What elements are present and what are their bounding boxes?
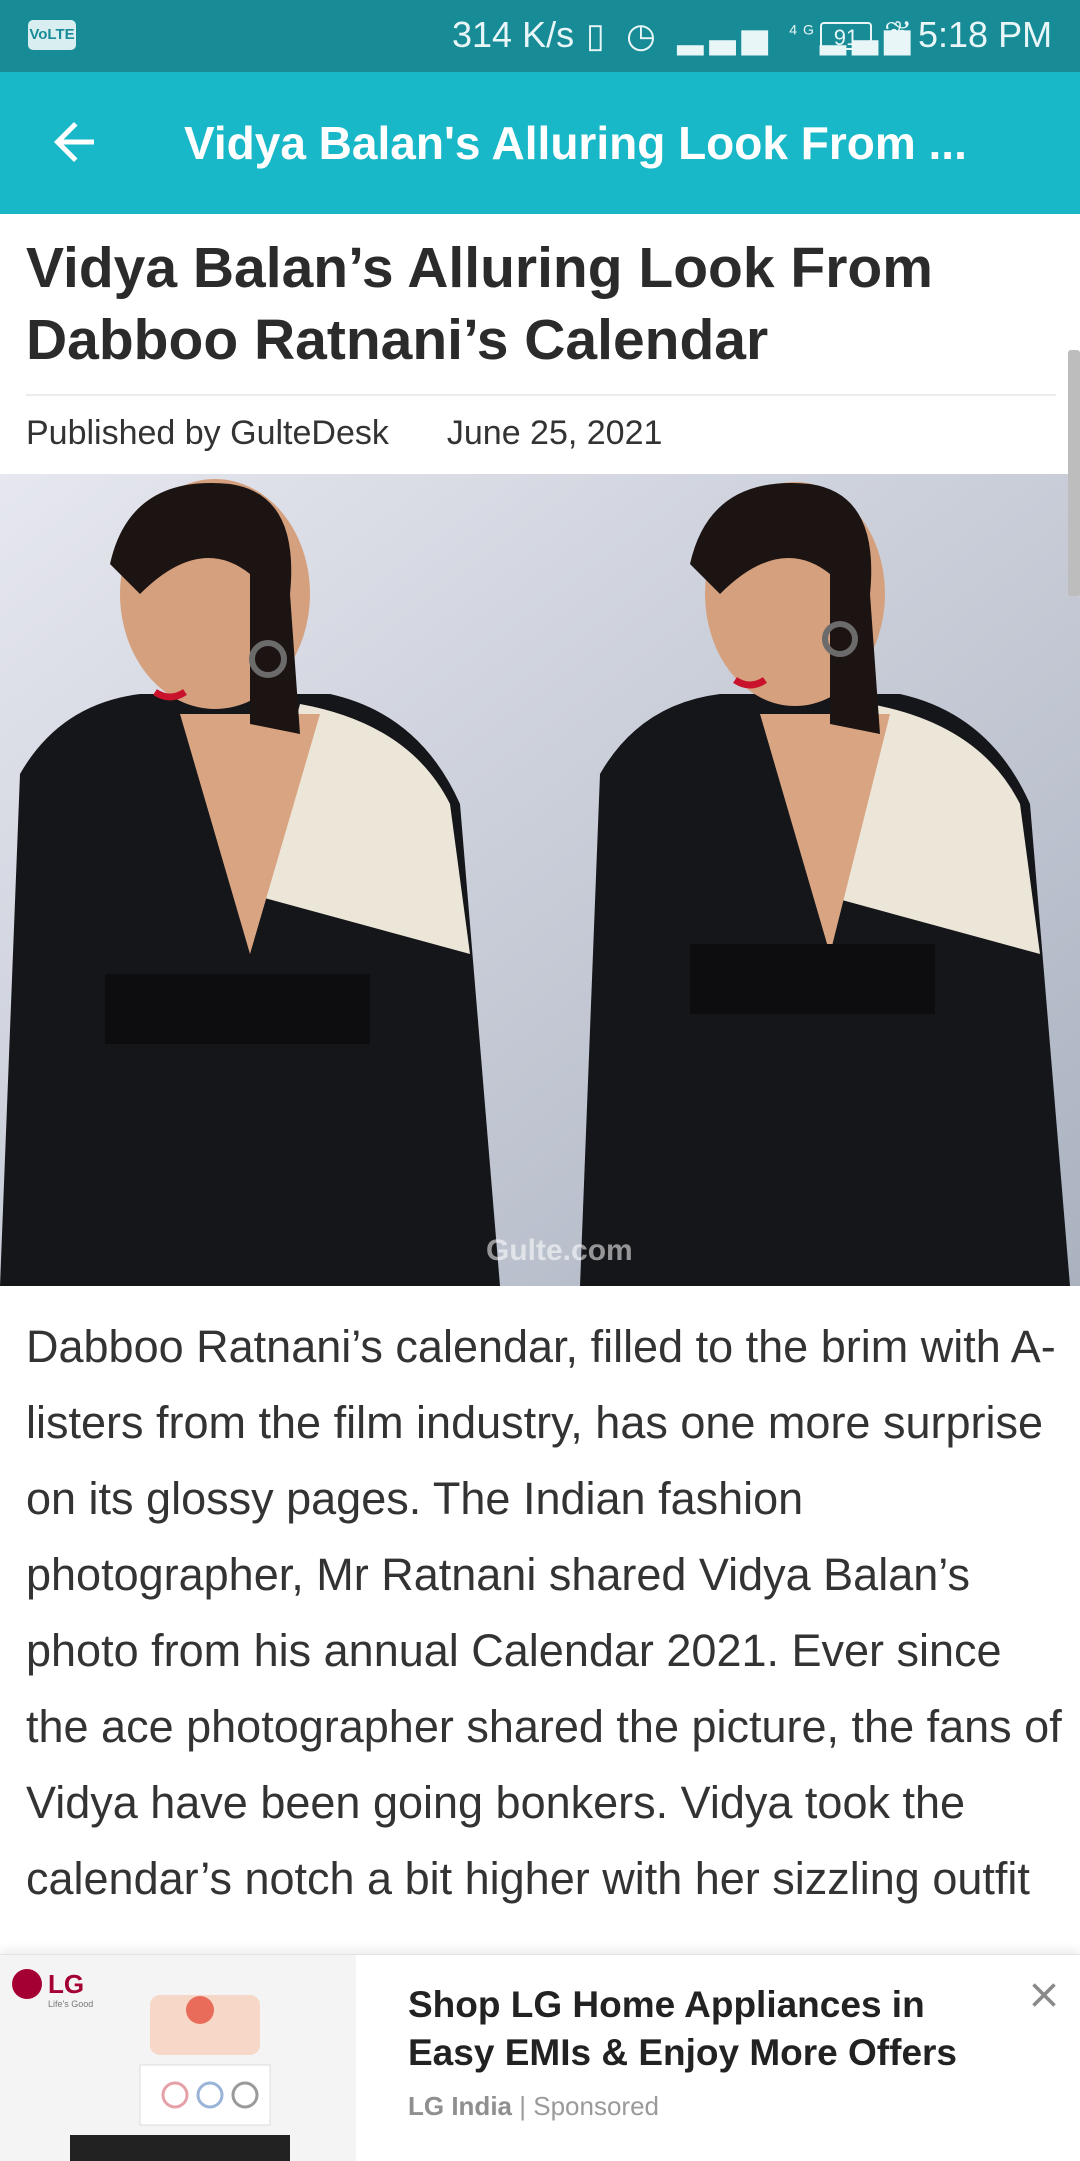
publish-date: June 25, 2021 <box>446 414 663 452</box>
volte-badge: VoLTE <box>28 20 76 50</box>
article-headline: Vidya Balan’s Alluring Look From Dabboo … <box>26 236 933 372</box>
ad-sponsored-label: Sponsored <box>533 2091 659 2121</box>
battery-icon: 91 <box>820 22 872 50</box>
alarm-icon: ◷ <box>626 17 662 55</box>
ad-separator: | <box>519 2091 526 2121</box>
arrow-left-icon[interactable] <box>44 112 104 172</box>
signal-icon: ▂▃▅ <box>677 17 774 55</box>
image-watermark: Gulte.com <box>486 1234 633 1267</box>
divider <box>26 394 1056 396</box>
leaf-icon: ❦ <box>884 15 913 53</box>
ad-headline[interactable]: Shop LG Home Appliances in Easy EMIs & E… <box>408 1981 1008 2077</box>
network-speed: 314 K/s <box>452 14 575 55</box>
page-title: Vidya Balan's Alluring Look From ... <box>184 117 967 169</box>
photo-illustration <box>0 474 1080 1286</box>
scrollbar[interactable] <box>1068 350 1080 596</box>
sponsored-ad[interactable]: LG Life's Good Shop LG Home Appliances i… <box>0 1954 1080 2161</box>
app-bar: Vidya Balan's Alluring Look From ... <box>0 72 1080 214</box>
status-bar: VoLTE 314 K/s ▯ ◷ ▂▃▅ 4G▂▃▅ 91 ❦ 5:18 PM <box>0 0 1080 72</box>
clock: 5:18 PM <box>918 14 1053 55</box>
vibrate-icon: ▯ <box>586 17 611 55</box>
ad-image[interactable]: LG Life's Good <box>0 1955 356 2161</box>
article-meta: Published by GulteDesk June 25, 2021 <box>26 414 662 453</box>
close-icon[interactable] <box>1026 1977 1062 2013</box>
ad-advertiser: LG India <box>408 2091 512 2121</box>
publisher[interactable]: Published by GulteDesk <box>26 414 389 452</box>
ad-illustration <box>70 1995 290 2161</box>
article-image[interactable]: Gulte.com <box>0 474 1080 1286</box>
article-body: Dabboo Ratnani’s calendar, filled to the… <box>26 1321 1062 1904</box>
ad-source: LG India | Sponsored <box>408 2091 659 2122</box>
article-content[interactable]: Vidya Balan’s Alluring Look From Dabboo … <box>0 214 1080 1954</box>
